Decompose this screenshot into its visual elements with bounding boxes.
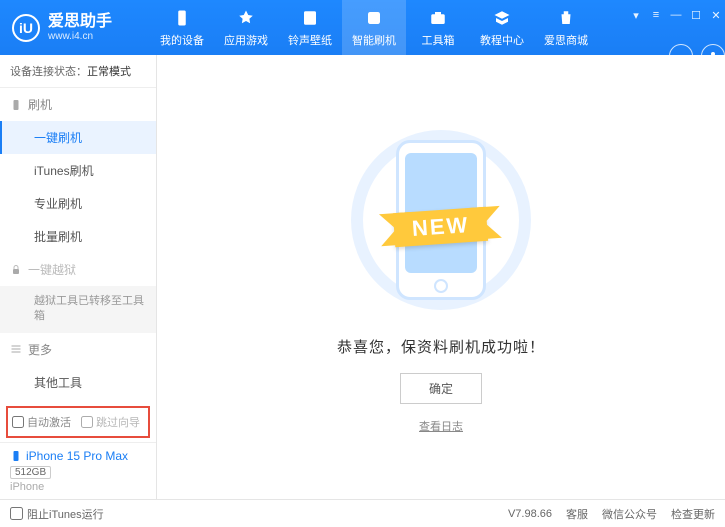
skip-guide-checkbox[interactable]: 跳过向导 — [81, 414, 140, 430]
sidebar-item-download-firmware[interactable]: 下载固件 — [0, 399, 156, 402]
device-type: iPhone — [10, 481, 146, 493]
minimize-icon[interactable]: — — [667, 8, 685, 22]
success-message: 恭喜您，保资料刷机成功啦！ — [337, 336, 545, 357]
nav-label: 爱思商城 — [544, 32, 588, 48]
jailbreak-note: 越狱工具已转移至工具箱 — [0, 286, 156, 333]
device-icon — [172, 8, 192, 28]
block-itunes-checkbox[interactable]: 阻止iTunes运行 — [10, 506, 104, 522]
footer-link-update[interactable]: 检查更新 — [671, 506, 715, 522]
nav-my-device[interactable]: 我的设备 — [150, 0, 214, 55]
nav-ringtones[interactable]: 铃声壁纸 — [278, 0, 342, 55]
app-header: iU 爱思助手 www.i4.cn 我的设备 应用游戏 铃声壁纸 智能刷机 工具… — [0, 0, 725, 55]
main-content: NEW 恭喜您，保资料刷机成功啦！ 确定 查看日志 — [157, 55, 725, 499]
nav-label: 智能刷机 — [352, 32, 396, 48]
app-title: 爱思助手 — [48, 13, 112, 31]
new-ribbon: NEW — [393, 207, 488, 247]
more-icon — [10, 343, 22, 355]
options-highlight-box: 自动激活 跳过向导 — [6, 406, 150, 438]
device-name[interactable]: iPhone 15 Pro Max — [10, 449, 146, 463]
apps-icon — [236, 8, 256, 28]
footer-link-support[interactable]: 客服 — [566, 506, 588, 522]
flash-icon — [364, 8, 384, 28]
nav-tutorials[interactable]: 教程中心 — [470, 0, 534, 55]
lock-icon — [10, 264, 22, 276]
nav-toolbox[interactable]: 工具箱 — [406, 0, 470, 55]
sidebar: 设备连接状态：正常模式 刷机 一键刷机 iTunes刷机 专业刷机 批量刷机 一… — [0, 55, 157, 499]
nav-label: 教程中心 — [480, 32, 524, 48]
close-icon[interactable]: ✕ — [707, 8, 725, 22]
auto-activate-checkbox[interactable]: 自动激活 — [12, 414, 71, 430]
nav-apps[interactable]: 应用游戏 — [214, 0, 278, 55]
nav-flash[interactable]: 智能刷机 — [342, 0, 406, 55]
app-subtitle: www.i4.cn — [48, 31, 112, 42]
footer-link-wechat[interactable]: 微信公众号 — [602, 506, 657, 522]
menu-icon[interactable]: ▾ — [627, 8, 645, 22]
maximize-icon[interactable]: ☐ — [687, 8, 705, 22]
footer: 阻止iTunes运行 V7.98.66 客服 微信公众号 检查更新 — [0, 499, 725, 527]
nav-label: 我的设备 — [160, 32, 204, 48]
nav-label: 铃声壁纸 — [288, 32, 332, 48]
top-nav: 我的设备 应用游戏 铃声壁纸 智能刷机 工具箱 教程中心 爱思商城 — [150, 0, 627, 55]
nav-label: 应用游戏 — [224, 32, 268, 48]
sidebar-item-pro-flash[interactable]: 专业刷机 — [0, 187, 156, 220]
window-controls: ▾ ≡ — ☐ ✕ — [627, 8, 725, 22]
app-logo-icon: iU — [12, 14, 40, 42]
toolbox-icon — [428, 8, 448, 28]
device-status: 设备连接状态：正常模式 — [0, 55, 156, 88]
sidebar-group-jailbreak: 一键越狱 — [0, 253, 156, 286]
nav-store[interactable]: 爱思商城 — [534, 0, 598, 55]
device-storage: 512GB — [10, 466, 51, 479]
ok-button[interactable]: 确定 — [400, 373, 482, 404]
sidebar-item-other-tools[interactable]: 其他工具 — [0, 366, 156, 399]
tutorial-icon — [492, 8, 512, 28]
dropdown-icon[interactable]: ≡ — [647, 8, 665, 22]
sidebar-item-batch-flash[interactable]: 批量刷机 — [0, 220, 156, 253]
success-illustration: NEW — [331, 120, 551, 320]
device-info: iPhone 15 Pro Max 512GB iPhone — [0, 442, 156, 499]
nav-label: 工具箱 — [422, 32, 455, 48]
sidebar-item-oneclick-flash[interactable]: 一键刷机 — [0, 121, 156, 154]
view-log-link[interactable]: 查看日志 — [419, 418, 463, 434]
flash-group-icon — [10, 99, 22, 111]
sidebar-group-flash[interactable]: 刷机 — [0, 88, 156, 121]
logo-area: iU 爱思助手 www.i4.cn — [0, 13, 150, 42]
version-label: V7.98.66 — [508, 508, 552, 520]
ringtone-icon — [300, 8, 320, 28]
phone-icon — [10, 450, 22, 462]
sidebar-group-more[interactable]: 更多 — [0, 333, 156, 366]
sidebar-item-itunes-flash[interactable]: iTunes刷机 — [0, 154, 156, 187]
store-icon — [556, 8, 576, 28]
